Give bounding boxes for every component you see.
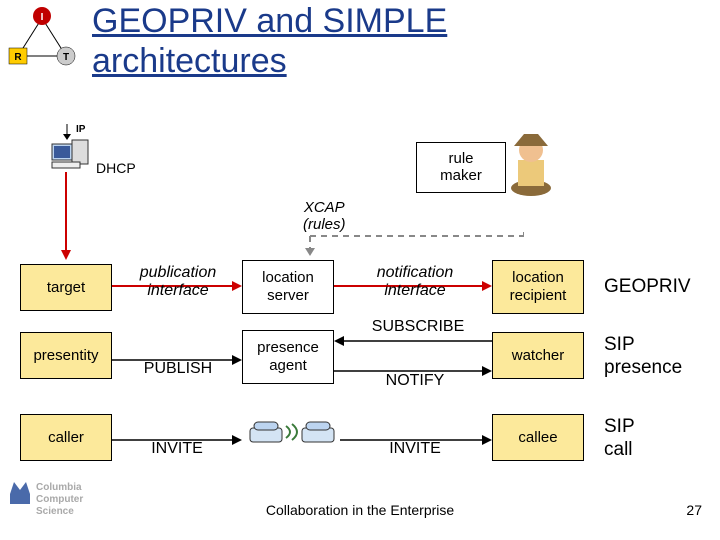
- person-icon: [506, 128, 556, 198]
- phone-icon-left: [248, 420, 288, 446]
- phone-icon-right: [300, 420, 340, 446]
- page-title-line1: GEOPRIV and SIMPLE: [92, 2, 447, 41]
- invite-label-2: INVITE: [380, 440, 450, 458]
- publication-interface-label: publicationinterface: [128, 264, 228, 299]
- notify-label: NOTIFY: [380, 372, 450, 390]
- computer-icon: [50, 138, 92, 170]
- location-recipient-box: locationrecipient: [492, 260, 584, 314]
- svg-text:T: T: [63, 52, 69, 63]
- publish-label: PUBLISH: [138, 360, 218, 378]
- watcher-box: watcher: [492, 332, 584, 379]
- ip-label: IP: [76, 124, 85, 135]
- xcap-line: [290, 232, 524, 256]
- location-server-box: locationserver: [242, 260, 334, 314]
- dhcp-label: DHCP: [96, 160, 136, 176]
- svg-text:R: R: [14, 52, 22, 63]
- presence-agent-box: presenceagent: [242, 330, 334, 384]
- rule-maker-box: rulemaker: [416, 142, 506, 193]
- subscribe-arrow: [334, 334, 492, 348]
- presentity-box: presentity: [20, 332, 112, 379]
- caller-box: caller: [20, 414, 112, 461]
- xcap-label: XCAP(rules): [303, 200, 346, 233]
- row1-side: GEOPRIV: [604, 276, 691, 298]
- irt-logo: I R T: [6, 6, 78, 70]
- footer-center: Collaboration in the Enterprise: [0, 502, 720, 518]
- row3-side: SIPcall: [604, 416, 635, 462]
- row2-side: SIPpresence: [604, 334, 682, 380]
- dhcp-arrow: [58, 172, 74, 260]
- notification-interface-label: notificationinterface: [362, 264, 468, 299]
- page-title-line2: architectures: [92, 42, 287, 81]
- subscribe-label: SUBSCRIBE: [368, 318, 468, 336]
- svg-text:I: I: [41, 12, 44, 23]
- invite-label-1: INVITE: [142, 440, 212, 458]
- target-box: target: [20, 264, 112, 311]
- callee-box: callee: [492, 414, 584, 461]
- page-number: 27: [686, 502, 702, 518]
